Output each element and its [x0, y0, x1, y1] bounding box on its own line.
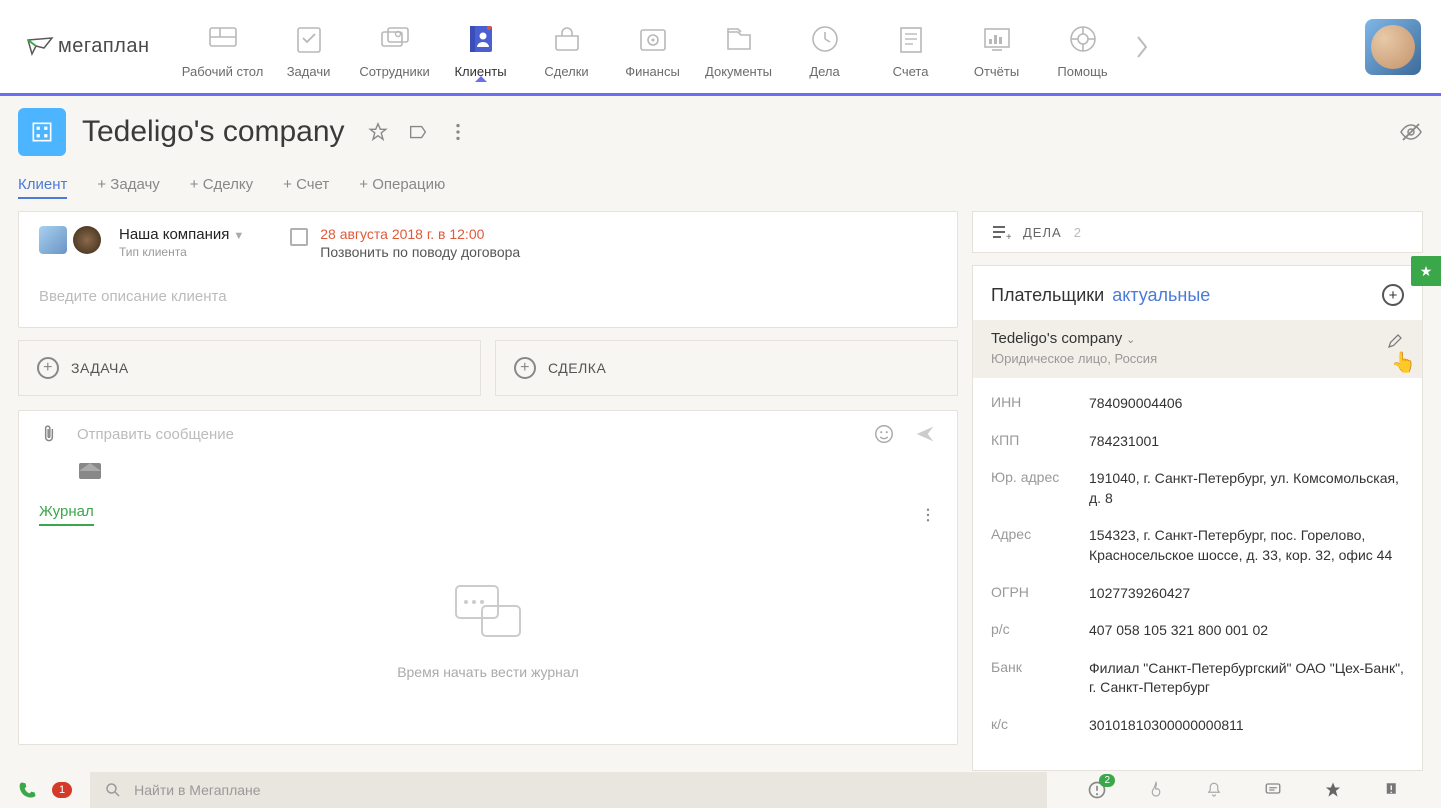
payer-details: ИНН784090004406 КПП784231001 Юр. адрес1910…: [973, 378, 1422, 770]
client-info-card: Наша компания ▼ Тип клиента 28 августа 20…: [18, 211, 958, 328]
nav-activities[interactable]: Дела: [782, 0, 868, 79]
detail-row: ОГРН1027739260427: [991, 584, 1404, 604]
bell-icon[interactable]: [1205, 780, 1223, 800]
more-icon[interactable]: [447, 121, 469, 143]
logo[interactable]: мегаплан: [26, 35, 150, 58]
detail-row: БанкФилиал "Санкт-Петербургский" ОАО "Це…: [991, 659, 1404, 698]
chevron-down-icon[interactable]: ⌄: [1126, 334, 1135, 346]
page-title: Tedeligo's company: [82, 115, 345, 149]
nav-invoices[interactable]: Счета: [868, 0, 954, 79]
task-checkbox[interactable]: [290, 228, 308, 246]
logo-text: мегаплан: [58, 35, 150, 58]
subnav-add-task[interactable]: + Задачу: [97, 176, 159, 199]
global-search[interactable]: Найти в Мегаплане: [90, 772, 1047, 808]
create-deal-button[interactable]: + СДЕЛКА: [495, 340, 958, 396]
client-company-name[interactable]: Наша компания: [119, 226, 229, 243]
attachment-icon[interactable]: [39, 423, 59, 445]
visibility-off-icon[interactable]: [1399, 120, 1423, 144]
svg-text:+: +: [1006, 232, 1011, 240]
nav-scroll-right[interactable]: [1134, 33, 1150, 61]
detail-row: КПП784231001: [991, 432, 1404, 452]
task-date[interactable]: 28 августа 2018 г. в 12:00: [320, 226, 520, 242]
message-card: Отправить сообщение Журнал Время начать …: [18, 410, 958, 745]
payers-card: Плательщики актуальные + Tedeligo's comp…: [972, 265, 1423, 771]
star-solid-icon[interactable]: [1323, 780, 1343, 800]
subnav-add-operation[interactable]: + Операцию: [359, 176, 445, 199]
side-star-badge[interactable]: ★: [1411, 256, 1441, 286]
caret-down-icon[interactable]: ▼: [233, 230, 244, 242]
nav-deals[interactable]: Сделки: [524, 0, 610, 79]
subnav-add-deal[interactable]: + Сделку: [190, 176, 253, 199]
topbar: мегаплан Рабочий столЗадачиСотрудникиКли…: [0, 0, 1441, 96]
nav-items: Рабочий столЗадачиСотрудникиКлиентыСделк…: [180, 0, 1126, 93]
create-task-button[interactable]: + ЗАДАЧА: [18, 340, 481, 396]
star-icon[interactable]: [367, 121, 389, 143]
dela-card[interactable]: + ДЕЛА 2: [972, 211, 1423, 253]
alert-icon[interactable]: 2: [1087, 780, 1107, 800]
bottombar: 1 Найти в Мегаплане 2: [0, 772, 1441, 808]
task-text: Позвонить по поводу договора: [320, 244, 520, 260]
dela-label: ДЕЛА: [1023, 225, 1062, 240]
nav-docs[interactable]: Документы: [696, 0, 782, 79]
client-type-label: Тип клиента: [119, 245, 244, 259]
detail-row: Юр. адрес191040, г. Санкт-Петербург, ул.…: [991, 469, 1404, 508]
nav-help[interactable]: Помощь: [1040, 0, 1126, 79]
page-actions: [367, 121, 469, 143]
flag-icon[interactable]: [1383, 780, 1401, 800]
detail-row: р/с407 058 105 321 800 001 02: [991, 621, 1404, 641]
company-icon: [18, 108, 66, 156]
detail-row: Адрес154323, г. Санкт-Петербург, пос. Го…: [991, 526, 1404, 565]
journal-empty-state: Время начать вести журнал: [39, 526, 937, 720]
message-input[interactable]: Отправить сообщение: [77, 426, 855, 443]
payers-title: Плательщики: [991, 285, 1104, 306]
send-icon[interactable]: [913, 423, 937, 445]
flame-icon[interactable]: [1147, 780, 1165, 800]
nav-finance[interactable]: Финансы: [610, 0, 696, 79]
page-header: Tedeligo's company: [18, 108, 1423, 156]
phone-icon[interactable]: [18, 780, 38, 800]
plus-icon: +: [37, 357, 59, 379]
subnav-add-invoice[interactable]: + Счет: [283, 176, 329, 199]
user-avatar[interactable]: [1365, 19, 1421, 75]
chat-icon[interactable]: [1263, 781, 1283, 799]
mail-icon[interactable]: [79, 463, 101, 479]
payer-selected-row[interactable]: Tedeligo's company ⌄ Юридическое лицо, Р…: [973, 320, 1422, 378]
emoji-icon[interactable]: [873, 423, 895, 445]
list-icon: +: [991, 224, 1011, 240]
journal-tab[interactable]: Журнал: [39, 503, 94, 526]
add-payer-button[interactable]: +: [1382, 284, 1404, 306]
nav-clients[interactable]: Клиенты: [438, 0, 524, 79]
client-description-input[interactable]: Введите описание клиента: [39, 288, 937, 305]
dela-count: 2: [1074, 225, 1082, 240]
nav-tasks[interactable]: Задачи: [266, 0, 352, 79]
journal-more-icon[interactable]: [919, 506, 937, 524]
detail-row: к/с30101810300000000811: [991, 716, 1404, 736]
nav-desktop[interactable]: Рабочий стол: [180, 0, 266, 79]
subnav-client[interactable]: Клиент: [18, 176, 67, 199]
nav-employees[interactable]: Сотрудники: [352, 0, 438, 79]
payers-filter-link[interactable]: актуальные: [1112, 285, 1210, 306]
search-icon: [104, 781, 122, 799]
edit-icon[interactable]: [1386, 332, 1404, 350]
nav-reports[interactable]: Отчёты: [954, 0, 1040, 79]
plus-icon: +: [514, 357, 536, 379]
detail-row: ИНН784090004406: [991, 394, 1404, 414]
subnav: Клиент + Задачу + Сделку + Счет + Операц…: [18, 176, 1423, 199]
phone-badge: 1: [52, 782, 72, 798]
tag-icon[interactable]: [407, 121, 429, 143]
contact-avatars[interactable]: [39, 226, 101, 254]
